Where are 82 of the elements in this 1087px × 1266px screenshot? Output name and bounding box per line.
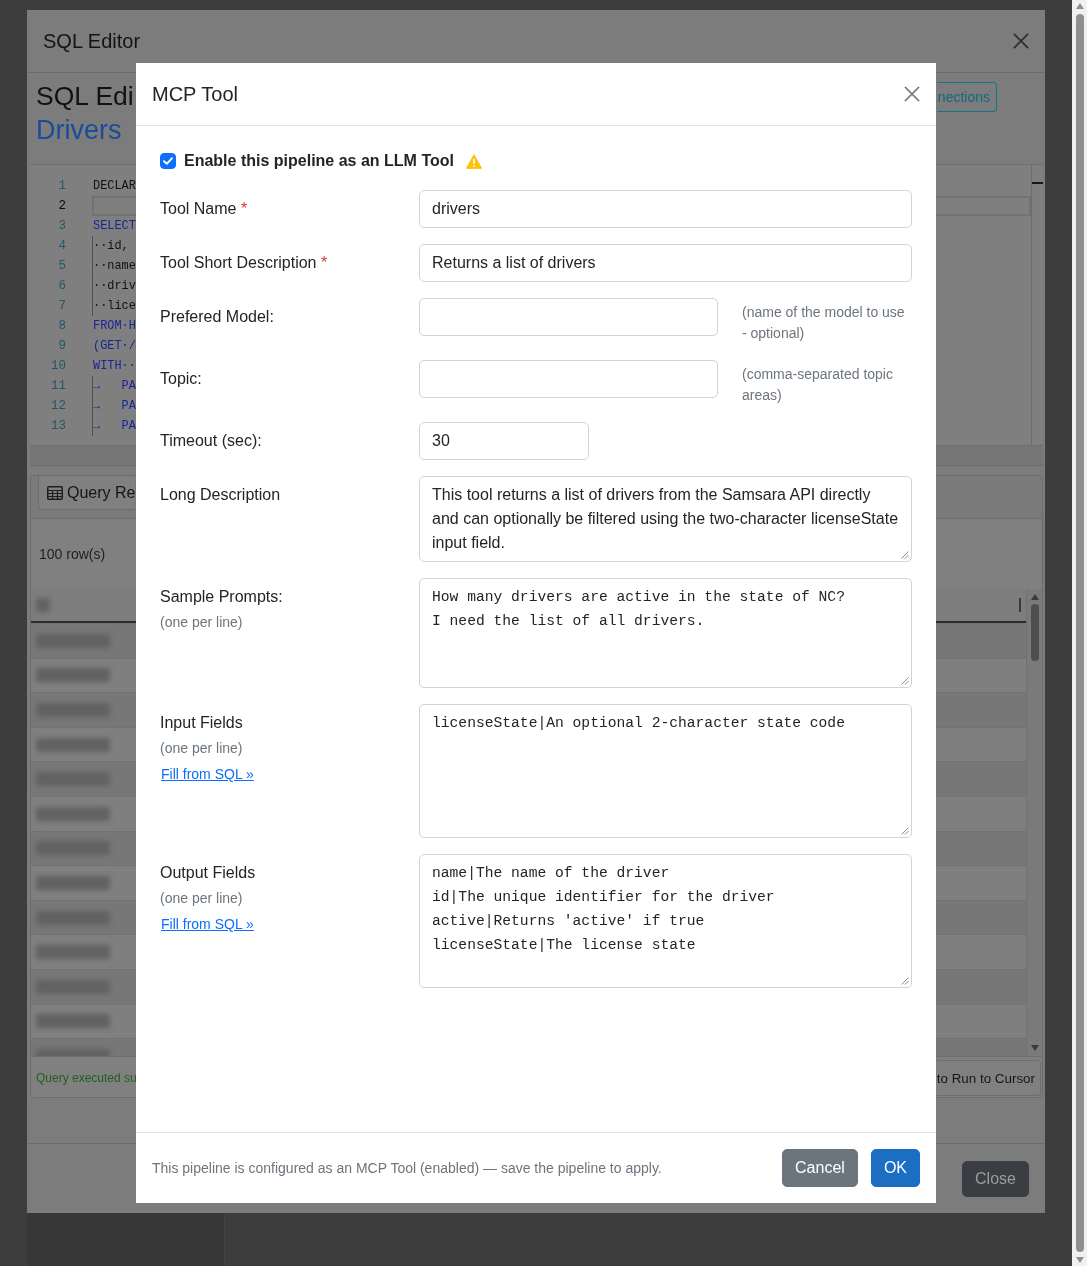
field-label: Timeout (sec): [160,431,262,451]
resize-grip-icon[interactable] [901,977,909,985]
resize-grip-icon[interactable] [901,551,909,559]
checkmark-icon[interactable] [163,157,173,165]
code-text: → PA [92,396,136,416]
textarea-field[interactable]: This tool returns a list of drivers from the Samsara API directly and can optionally be filtered using the two-character licenseState input field. [419,476,912,562]
row-count: 100 row(s) [39,546,106,562]
scroll-up-icon[interactable] [1075,3,1084,9]
scroll-up-icon[interactable] [1030,594,1039,600]
field-note: (one per line) [160,613,243,632]
line-number: 3 [57,218,66,235]
code-text: ··id, [92,236,129,256]
line-number: 6 [57,278,66,295]
checkbox[interactable] [160,153,176,169]
textarea-field[interactable]: name|The name of the driver id|The unique identifier for the driver active|Returns 'active' if true licenseState|The license state [419,854,912,988]
line-number: 2 [57,198,66,215]
line-number: 7 [57,298,66,315]
scrollbar-thumb[interactable] [1030,604,1039,661]
dialog-title: MCP Tool [152,82,238,106]
table-icon [47,484,63,501]
cursor-marker-icon [1032,182,1043,184]
field-hint: (comma-separated topic areas) [742,365,894,405]
textarea-field[interactable]: licenseState|An optional 2-character state code [419,704,912,838]
text-field[interactable] [419,360,718,398]
text-field[interactable] [419,298,718,336]
line-number: 5 [57,258,66,275]
line-number: 13 [50,418,66,435]
close-button[interactable]: Close [962,1160,1029,1197]
field-note: (one per line) [160,889,243,908]
scrollbar-thumb[interactable] [1075,14,1084,1252]
code-text: → PA [92,416,136,436]
code-text: → PA [92,376,136,396]
line-number: 1 [57,178,66,195]
field-label: Input Fields [160,713,243,733]
field-label: Prefered Model: [160,307,274,327]
line-number: 4 [57,238,66,255]
code-text: SELECT [92,218,136,235]
scroll-down-icon[interactable] [1030,1045,1039,1051]
field-label: Output Fields [160,863,256,883]
field-label: Sample Prompts: [160,587,283,607]
resize-grip-icon[interactable] [901,827,909,835]
link[interactable]: Fill from SQL » [161,914,254,935]
page-heading: SQL Edi [36,80,134,113]
link[interactable]: Fill from SQL » [161,764,254,785]
scroll-down-icon[interactable] [1075,1257,1084,1263]
code-text: DECLAR [92,178,136,195]
line-number: 9 [57,338,66,355]
field-hint: (name of the model to use - optional) [742,303,906,343]
text-field[interactable]: 30 [419,422,589,460]
close-icon[interactable] [904,86,920,102]
field-label: Topic: [160,369,202,389]
line-number: 10 [50,358,66,375]
checkbox-label[interactable]: Enable this pipeline as an LLM Tool [184,152,454,170]
line-number: 12 [50,398,66,415]
text-field[interactable]: Returns a list of drivers [419,244,912,282]
line-number: 11 [50,378,66,395]
text-field[interactable]: drivers [419,190,912,228]
page-scrollbar[interactable] [1072,0,1087,1266]
code-text: ··name [92,256,136,276]
resize-grip-icon[interactable] [901,677,909,685]
field-label: Long Description [160,485,281,505]
field-label: Tool Short Description * [160,253,328,273]
page-subheading: Drivers [36,114,123,147]
code-text: ··driv [92,276,136,296]
code-text: WITH·· [92,358,136,375]
ok-button[interactable]: OK [870,1149,920,1187]
cancel-button[interactable]: Cancel [782,1149,858,1187]
code-text: FROM·H [92,318,136,335]
window-title: SQL Editor [43,29,141,53]
code-text: ··lice [92,296,136,316]
results-tab[interactable]: Query Re [38,476,136,510]
footer-note: This pipeline is configured as an MCP Tool (enabled) — save the pipeline to apply. [152,1160,662,1176]
table-scrollbar[interactable] [1026,589,1042,1056]
code-text: (GET·/ [92,338,136,355]
line-number: 8 [57,318,66,335]
column-resize-handle[interactable] [1019,598,1021,612]
status-message: Query executed su [36,1071,137,1085]
textarea-field[interactable]: How many drivers are active in the state of NC? I need the list of all drivers. [419,578,912,688]
field-note: (one per line) [160,739,243,758]
blurred-header-text [36,598,50,612]
field-label: Tool Name * [160,199,248,219]
close-icon[interactable] [1013,33,1029,49]
